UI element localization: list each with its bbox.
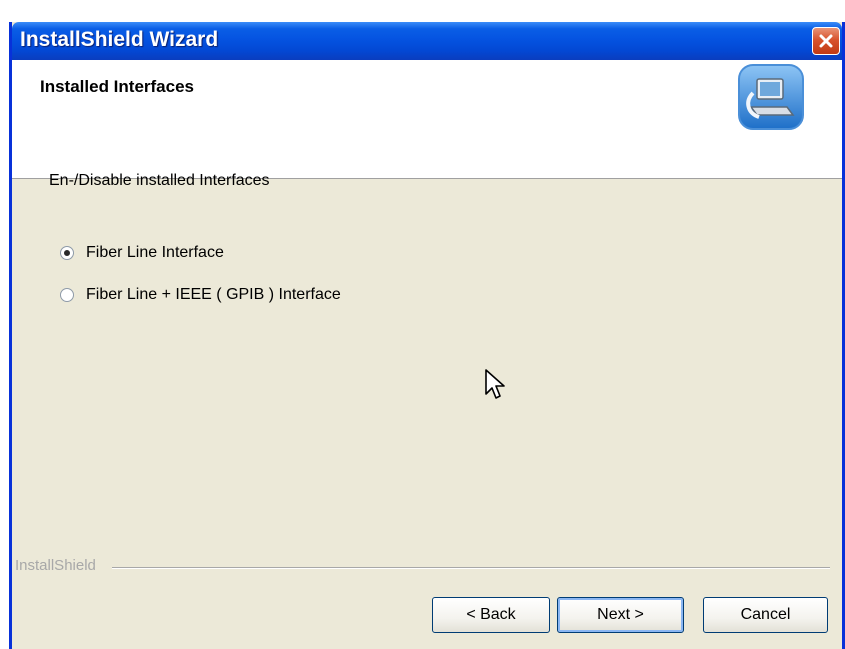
radio-selected-dot bbox=[64, 250, 70, 256]
cancel-button[interactable]: Cancel bbox=[703, 597, 828, 633]
window-title: InstallShield Wizard bbox=[20, 28, 219, 51]
close-icon bbox=[819, 34, 833, 48]
wizard-header: Installed Interfaces bbox=[12, 60, 842, 179]
radio-fiber-line-ieee[interactable]: Fiber Line + IEEE ( GPIB ) Interface bbox=[60, 286, 341, 304]
computer-install-icon bbox=[738, 64, 804, 130]
separator-line bbox=[112, 567, 830, 569]
title-bar[interactable]: InstallShield Wizard bbox=[12, 22, 842, 60]
page-title: Installed Interfaces bbox=[40, 77, 195, 96]
next-button[interactable]: Next > bbox=[557, 597, 684, 633]
radio-button[interactable] bbox=[60, 288, 74, 302]
back-button[interactable]: < Back bbox=[432, 597, 550, 633]
installshield-wizard-window: InstallShield Wizard Installed Interface… bbox=[9, 22, 845, 649]
radio-button[interactable] bbox=[60, 246, 74, 260]
close-button[interactable] bbox=[812, 27, 840, 55]
mouse-cursor-icon bbox=[485, 369, 505, 399]
installshield-brand-label: InstallShield bbox=[15, 557, 102, 574]
radio-label: Fiber Line Interface bbox=[86, 244, 224, 261]
radio-label: Fiber Line + IEEE ( GPIB ) Interface bbox=[86, 286, 341, 303]
description-text: En-/Disable installed Interfaces bbox=[49, 172, 270, 189]
installshield-separator: InstallShield bbox=[12, 557, 842, 577]
radio-fiber-line[interactable]: Fiber Line Interface bbox=[60, 244, 224, 262]
